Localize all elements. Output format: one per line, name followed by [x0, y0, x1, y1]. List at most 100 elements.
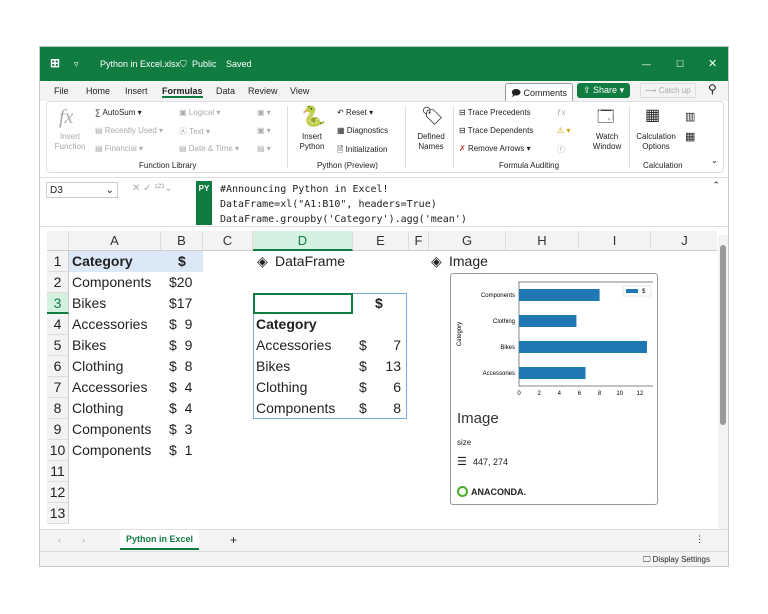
- column-header-H[interactable]: H: [506, 231, 579, 251]
- column-header-J[interactable]: J: [651, 231, 717, 251]
- row-header-9[interactable]: 9: [47, 419, 69, 440]
- image-card[interactable]: Accessories Bikes Clothing Components 0 2 4 6 8 1…: [450, 273, 658, 505]
- financial-button[interactable]: ▤ Financial ▾: [95, 144, 143, 153]
- cell-amount[interactable]: $ 4: [169, 398, 192, 419]
- diagnostics-button[interactable]: ▦ Diagnostics: [337, 126, 388, 135]
- display-settings-button[interactable]: 🖵 Display Settings: [643, 555, 710, 565]
- math-button[interactable]: ▣ ▾: [257, 126, 271, 135]
- spreadsheet-grid[interactable]: A B C D E F G H I J 1 2 3 4 5 6 7 8 9 10 11 12 13 Category $ Comp…: [47, 231, 717, 529]
- row-header-5[interactable]: 5: [47, 335, 69, 356]
- name-box[interactable]: D3 ⌄: [46, 182, 118, 198]
- autosum-button[interactable]: ∑ AutoSum ▾: [95, 108, 142, 117]
- cell-category[interactable]: Accessories: [72, 314, 147, 335]
- column-header-C[interactable]: C: [203, 231, 253, 251]
- tab-formulas[interactable]: Formulas: [162, 86, 203, 98]
- error-checking-icon[interactable]: ⚠ ▾: [557, 126, 570, 135]
- trace-dependents-button[interactable]: ⊟ Trace Dependents: [459, 126, 533, 135]
- next-sheet-icon[interactable]: ›: [82, 535, 85, 545]
- calculate-now-icon[interactable]: ▥: [685, 110, 695, 123]
- quick-access-icon[interactable]: ▿: [74, 59, 79, 70]
- cell-amount[interactable]: $ 9: [169, 314, 192, 335]
- tab-review[interactable]: Review: [248, 86, 278, 96]
- cell-a1[interactable]: Category: [72, 251, 133, 272]
- lookup-button[interactable]: ▣ ▾: [257, 108, 271, 117]
- row-header-7[interactable]: 7: [47, 377, 69, 398]
- cell-amount[interactable]: $ 4: [169, 377, 192, 398]
- save-status[interactable]: Saved: [226, 59, 252, 69]
- collapse-formula-icon[interactable]: ⌃: [712, 180, 720, 191]
- vertical-scrollbar[interactable]: [718, 235, 728, 529]
- more-functions-button[interactable]: ▤ ▾: [257, 144, 271, 153]
- watch-window-button[interactable]: Watch Window: [591, 132, 623, 152]
- row-header-10[interactable]: 10: [47, 440, 69, 461]
- column-header-E[interactable]: E: [353, 231, 409, 251]
- date-time-button[interactable]: ▤ Date & Time ▾: [179, 144, 239, 153]
- defined-names-button[interactable]: Defined Names: [411, 132, 451, 152]
- calculate-sheet-icon[interactable]: ▦: [685, 130, 695, 143]
- reset-button[interactable]: ↶ Reset ▾: [337, 108, 373, 117]
- cell-category[interactable]: Components: [72, 440, 151, 461]
- row-header-3[interactable]: 3: [47, 293, 69, 314]
- copilot-icon[interactable]: ⚲: [708, 82, 717, 96]
- python-badge[interactable]: PY: [196, 181, 212, 225]
- column-header-B[interactable]: B: [161, 231, 203, 251]
- row-header-8[interactable]: 8: [47, 398, 69, 419]
- tab-home[interactable]: Home: [86, 86, 110, 96]
- row-header-4[interactable]: 4: [47, 314, 69, 335]
- recently-used-button[interactable]: ▤ Recently Used ▾: [95, 126, 163, 135]
- tab-insert[interactable]: Insert: [125, 86, 148, 96]
- row-header-2[interactable]: 2: [47, 272, 69, 293]
- logical-button[interactable]: ▣ Logical ▾: [179, 108, 220, 117]
- minimize-button[interactable]: —: [642, 59, 651, 69]
- share-button[interactable]: ⇪ Share ▾: [577, 83, 631, 98]
- text-button[interactable]: Ⓐ Text ▾: [179, 126, 210, 137]
- sheet-tab-python-in-excel[interactable]: Python in Excel: [120, 530, 200, 550]
- cell-category[interactable]: Clothing: [72, 356, 123, 377]
- cell-amount[interactable]: $ 8: [169, 356, 192, 377]
- close-button[interactable]: ✕: [708, 57, 717, 70]
- cell-amount[interactable]: $ 1: [169, 440, 192, 461]
- formula-controls[interactable]: ✕ ✓ ¹²³⌄: [132, 183, 173, 194]
- collapse-ribbon-icon[interactable]: ⌄: [711, 156, 718, 165]
- row-header-1[interactable]: 1: [47, 251, 69, 272]
- column-header-I[interactable]: I: [579, 231, 651, 251]
- add-sheet-button[interactable]: +: [230, 533, 237, 547]
- cell-category[interactable]: Accessories: [72, 377, 147, 398]
- initialization-button[interactable]: 🗎 Initialization: [337, 144, 387, 158]
- calculation-options-button[interactable]: Calculation Options: [633, 132, 679, 152]
- cell-amount[interactable]: $20: [169, 272, 192, 293]
- maximize-button[interactable]: ☐: [676, 59, 684, 70]
- insert-function-button[interactable]: Insert Function: [53, 132, 87, 152]
- column-header-A[interactable]: A: [69, 231, 161, 251]
- trace-precedents-button[interactable]: ⊟ Trace Precedents: [459, 108, 531, 117]
- show-formulas-icon[interactable]: ƒx: [557, 108, 565, 117]
- cell-amount[interactable]: $ 3: [169, 419, 192, 440]
- cell-category[interactable]: Components: [72, 419, 151, 440]
- tab-file[interactable]: File: [54, 86, 69, 96]
- prev-sheet-icon[interactable]: ‹: [58, 535, 61, 545]
- column-header-F[interactable]: F: [409, 231, 429, 251]
- select-all[interactable]: [47, 231, 69, 251]
- remove-arrows-button[interactable]: ✗ Remove Arrows ▾: [459, 144, 531, 153]
- more-options-icon[interactable]: ⋮: [695, 534, 704, 545]
- cell-b1[interactable]: $: [178, 251, 186, 272]
- cell-category[interactable]: Bikes: [72, 293, 106, 314]
- row-header-13[interactable]: 13: [47, 503, 69, 524]
- column-header-G[interactable]: G: [429, 231, 506, 251]
- cell-category[interactable]: Clothing: [72, 398, 123, 419]
- row-header-6[interactable]: 6: [47, 356, 69, 377]
- cell-amount[interactable]: $17: [169, 293, 192, 314]
- scroll-thumb[interactable]: [720, 245, 726, 425]
- column-header-D[interactable]: D: [253, 231, 353, 251]
- tab-view[interactable]: View: [290, 86, 309, 96]
- cell-amount[interactable]: $ 9: [169, 335, 192, 356]
- selected-cell-d3[interactable]: [253, 293, 353, 314]
- row-header-12[interactable]: 12: [47, 482, 69, 503]
- catch-up-button[interactable]: ⟿ Catch up: [640, 83, 696, 98]
- cell-category[interactable]: Bikes: [72, 335, 106, 356]
- insert-python-button[interactable]: Insert Python: [295, 132, 329, 152]
- row-header-11[interactable]: 11: [47, 461, 69, 482]
- cell-category[interactable]: Components: [72, 272, 151, 293]
- evaluate-formula-icon[interactable]: ⓕ: [557, 144, 565, 155]
- tab-data[interactable]: Data: [216, 86, 235, 96]
